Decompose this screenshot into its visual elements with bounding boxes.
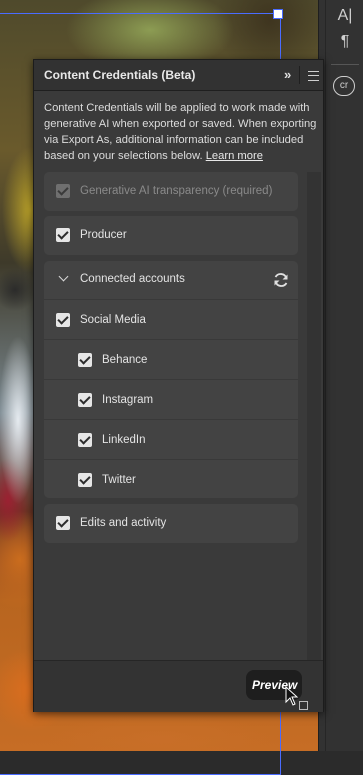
group-divider — [44, 419, 298, 420]
behance-label: Behance — [102, 354, 148, 366]
collapse-panel-icon[interactable]: » — [284, 67, 291, 82]
twitter-checkbox[interactable] — [78, 473, 92, 487]
group-divider — [44, 379, 298, 380]
panel-menu-icon[interactable] — [308, 71, 319, 81]
panel-description: Content Credentials will be applied to w… — [44, 100, 320, 164]
panel-footer: Preview — [34, 660, 323, 712]
producer-checkbox[interactable] — [56, 228, 70, 242]
mouse-cursor-icon — [285, 686, 299, 706]
behance-checkbox[interactable] — [78, 353, 92, 367]
description-text: Content Credentials will be applied to w… — [44, 102, 317, 162]
group-divider — [44, 299, 298, 300]
social-media-checkbox[interactable] — [56, 313, 70, 327]
strip-divider — [325, 0, 326, 751]
social-media-label: Social Media — [80, 314, 146, 326]
linkedin-checkbox[interactable] — [78, 433, 92, 447]
instagram-checkbox[interactable] — [78, 393, 92, 407]
connected-accounts-label[interactable]: Connected accounts — [80, 273, 185, 285]
panel-title: Content Credentials (Beta) — [44, 68, 196, 82]
learn-more-link[interactable]: Learn more — [206, 150, 263, 162]
group-divider — [44, 339, 298, 340]
producer-label: Producer — [80, 229, 127, 241]
paragraph-panel-icon[interactable]: ¶ — [331, 32, 359, 52]
chevron-down-icon[interactable] — [58, 271, 69, 282]
frame-handle[interactable] — [273, 9, 283, 19]
panel-scrollbar[interactable] — [307, 172, 321, 660]
twitter-label: Twitter — [102, 474, 136, 486]
character-panel-icon[interactable]: A| — [331, 6, 359, 26]
refresh-icon[interactable] — [272, 271, 290, 289]
connected-accounts-group: Connected accounts Social Media Behance … — [44, 261, 298, 498]
instagram-label: Instagram — [102, 394, 154, 406]
right-toolstrip — [318, 0, 363, 751]
resize-grip-icon[interactable] — [299, 701, 308, 710]
row-generative-ai: Generative AI transparency (required) — [44, 172, 298, 211]
edits-activity-label: Edits and activity — [80, 517, 167, 529]
edits-activity-checkbox[interactable] — [56, 516, 70, 530]
generative-ai-label: Generative AI transparency (required) — [80, 185, 273, 197]
content-credentials-panel: Content Credentials (Beta) » Content Cre… — [33, 59, 324, 712]
content-credentials-icon[interactable]: cr — [333, 76, 355, 96]
panel-header: Content Credentials (Beta) » — [34, 60, 323, 91]
toolstrip-separator — [331, 64, 359, 65]
generative-ai-checkbox — [56, 184, 70, 198]
linkedin-label: LinkedIn — [102, 434, 146, 446]
header-divider — [299, 66, 300, 84]
row-producer[interactable]: Producer — [44, 216, 298, 255]
row-edits-activity[interactable]: Edits and activity — [44, 504, 298, 543]
group-divider — [44, 459, 298, 460]
